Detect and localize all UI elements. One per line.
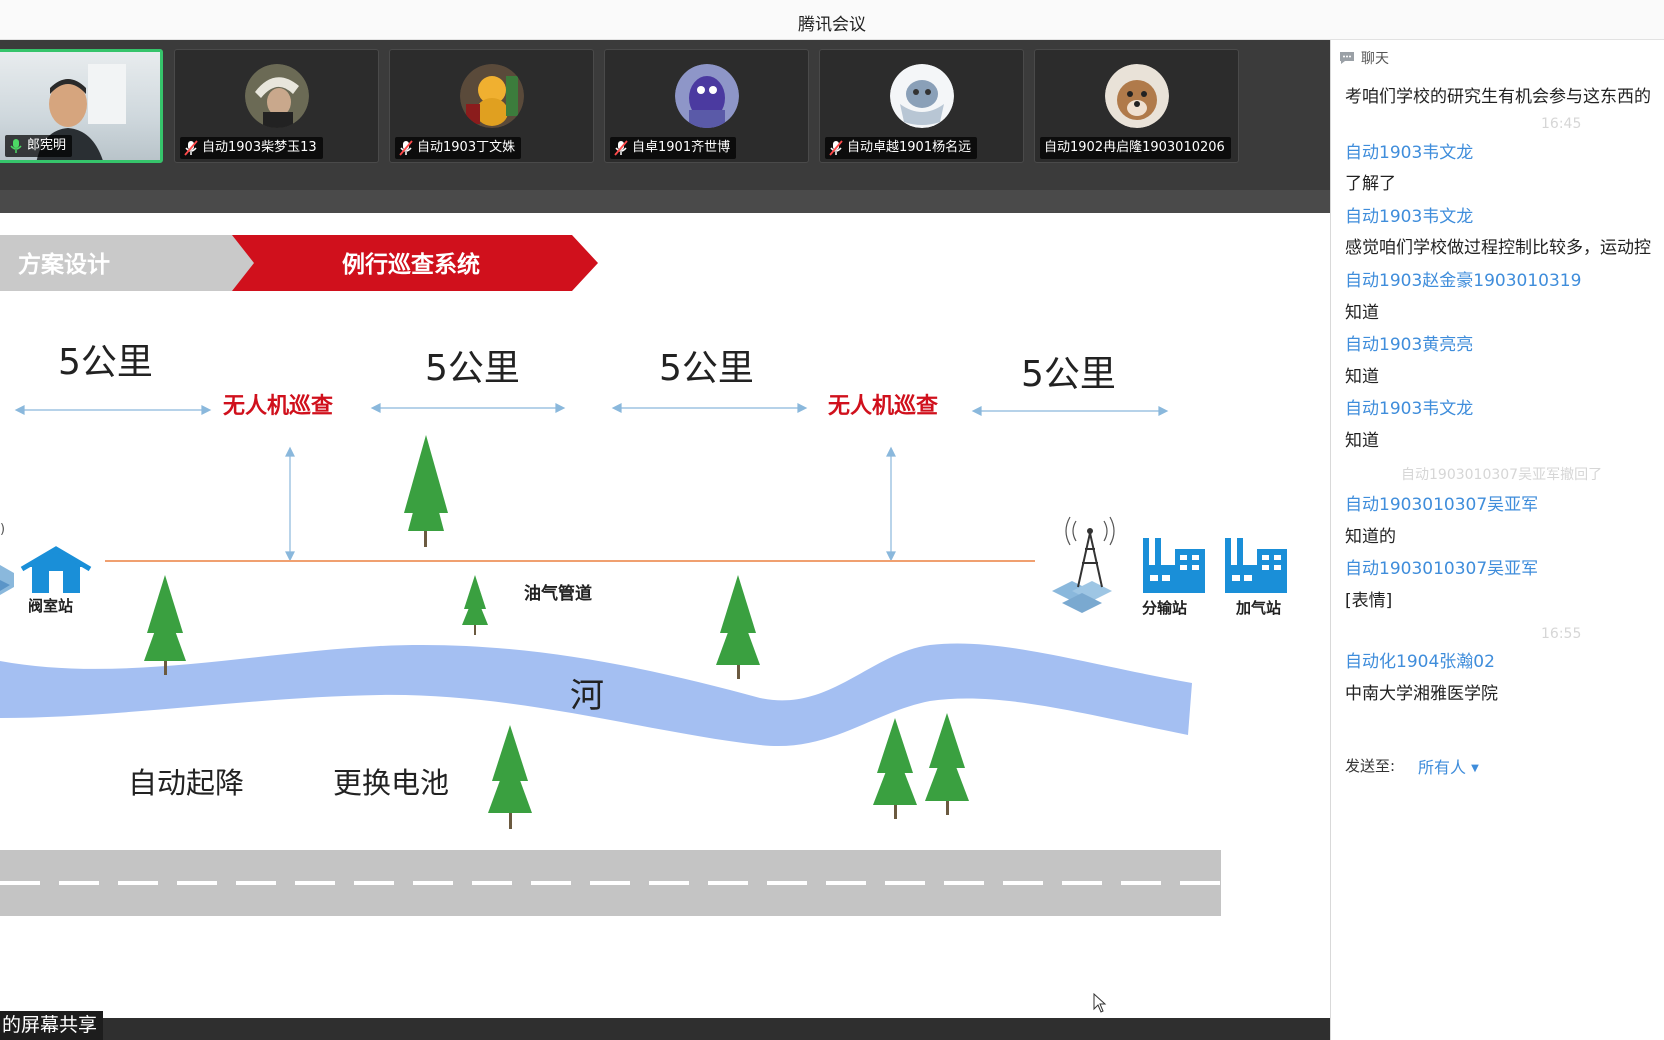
participant-name: 自动1903柴梦玉13 xyxy=(202,140,317,155)
chat-sender[interactable]: 自动1903黄亮亮 xyxy=(1345,330,1473,355)
chat-message: 知道 xyxy=(1345,367,1379,387)
title-bar: 腾讯会议 xyxy=(0,0,1664,40)
chat-message: 感觉咱们学校做过程控制比较多，运动控 xyxy=(1345,238,1651,258)
valve-station-icon xyxy=(0,546,92,595)
valve-station-label: 阀室站 xyxy=(28,597,73,615)
avatar xyxy=(244,64,309,128)
participant-name: 自卓1901齐世博 xyxy=(632,140,731,155)
tree-icons xyxy=(144,435,969,829)
mic-muted-icon xyxy=(399,140,413,156)
chat-message: 知道的 xyxy=(1345,527,1396,547)
tab-right-label: 例行巡查系统 xyxy=(342,251,480,278)
chat-sender[interactable]: 自动1903韦文龙 xyxy=(1345,394,1473,419)
distance-arrows xyxy=(14,403,1169,416)
participant-name-tag: 自动1903丁文姝 xyxy=(395,137,522,159)
meeting-stage: 郎宪明 自动1903柴梦玉13 自动1903丁文姝 自卓1901齐世博 自动卓越… xyxy=(0,40,1330,1040)
chat-sender[interactable]: 自动1903010307吴亚军 xyxy=(1345,554,1538,579)
strip-divider xyxy=(0,190,1330,213)
tree-icon xyxy=(873,718,917,819)
participant-name-tag: 自动卓越1901杨名远 xyxy=(825,137,978,159)
distance-label: 5公里 xyxy=(58,342,153,383)
chat-panel: 聊天 考咱们学校的研究生有机会参与这东西的 16:45 自动1903韦文龙 了解… xyxy=(1330,40,1664,1040)
tree-icon xyxy=(404,435,448,547)
chat-sender[interactable]: 自动1903韦文龙 xyxy=(1345,202,1473,227)
distribution-station-label: 分输站 xyxy=(1142,599,1187,617)
tree-icon xyxy=(144,575,186,675)
participant-name-tag: 自卓1901齐世博 xyxy=(610,137,737,159)
gas-station-label: 加气站 xyxy=(1235,599,1281,617)
chat-message: 中南大学湘雅医学院 xyxy=(1345,684,1498,704)
drone-patrol-label: 无人机巡查 xyxy=(223,394,333,419)
chat-message: [表情] xyxy=(1345,591,1393,611)
video-strip: 郎宪明 自动1903柴梦玉13 自动1903丁文姝 自卓1901齐世博 自动卓越… xyxy=(0,40,1330,190)
participant-name: 自动卓越1901杨名远 xyxy=(847,140,972,155)
chat-system-notice: 自动1903010307吴亚军撤回了 xyxy=(1401,467,1603,483)
mic-muted-icon xyxy=(614,140,628,156)
mic-active-icon xyxy=(10,139,22,153)
slide-canvas: 方案设计 例行巡查系统 5公里 5公里 5公里 5公里 无人机巡查 无人机巡查 xyxy=(0,235,1287,916)
distance-label: 5公里 xyxy=(425,348,520,389)
distribution-station-icon xyxy=(1143,538,1205,593)
chat-timestamp: 16:45 xyxy=(1541,116,1582,132)
participant-tile[interactable]: 自动1903柴梦玉13 xyxy=(174,49,379,163)
river-label: 河 xyxy=(570,676,604,716)
participant-tile[interactable]: 自动卓越1901杨名远 xyxy=(819,49,1024,163)
chat-message: 知道 xyxy=(1345,431,1379,451)
participant-name-tag: 自动1902冉启隆1903010206 xyxy=(1040,137,1231,159)
tab-left-label: 方案设计 xyxy=(18,251,110,278)
tree-icon xyxy=(925,713,969,815)
signal-tower-icon xyxy=(1052,516,1115,613)
avatar xyxy=(459,64,524,128)
mic-muted-icon xyxy=(829,140,843,156)
participant-tile[interactable]: 自动1902冉启隆1903010206 xyxy=(1034,49,1239,163)
avatar xyxy=(1104,64,1169,128)
chat-sender[interactable]: 自动1903韦文龙 xyxy=(1345,138,1473,163)
gas-station-icon xyxy=(1225,538,1287,593)
vertical-arrows xyxy=(285,446,896,562)
chat-timestamp: 16:55 xyxy=(1541,626,1582,642)
send-to-value: 所有人 xyxy=(1418,758,1467,777)
participant-name: 郎宪明 xyxy=(27,138,67,153)
chat-icon xyxy=(1340,52,1354,64)
tree-icon xyxy=(716,575,760,679)
participant-name: 自动1903丁文姝 xyxy=(417,140,516,155)
chat-message: 了解了 xyxy=(1345,174,1396,194)
participant-name: 自动1902冉启隆1903010206 xyxy=(1044,140,1225,155)
chat-sender[interactable]: 自动1903赵金豪1903010319 xyxy=(1345,266,1581,291)
avatar xyxy=(674,64,739,128)
send-to-label: 发送至: xyxy=(1345,757,1396,775)
send-to-select[interactable]: 所有人 ▼ xyxy=(1418,754,1479,778)
window-title: 腾讯会议 xyxy=(798,15,866,35)
signal-icon: ) xyxy=(0,522,5,537)
mouse-cursor-icon xyxy=(1093,993,1107,1013)
tree-icon xyxy=(462,575,488,635)
avatar xyxy=(889,64,954,128)
shared-slide: 方案设计 例行巡查系统 5公里 5公里 5公里 5公里 无人机巡查 无人机巡查 xyxy=(0,213,1330,1018)
chat-sender[interactable]: 自动化1904张瀚02 xyxy=(1345,647,1495,672)
participant-tile[interactable]: 自卓1901齐世博 xyxy=(604,49,809,163)
participant-name-tag: 郎宪明 xyxy=(5,135,73,157)
chat-message: 考咱们学校的研究生有机会参与这东西的 xyxy=(1345,87,1651,107)
chat-sender[interactable]: 自动1903010307吴亚军 xyxy=(1345,490,1538,515)
pipeline-label: 油气管道 xyxy=(524,583,592,604)
participant-tile[interactable]: 自动1903丁文姝 xyxy=(389,49,594,163)
participant-tile[interactable]: 郎宪明 xyxy=(0,49,163,163)
battery-swap-label: 更换电池 xyxy=(333,766,449,800)
auto-takeoff-label: 自动起降 xyxy=(128,766,244,800)
chat-message: 知道 xyxy=(1345,303,1379,323)
distance-label: 5公里 xyxy=(1021,354,1116,395)
tree-icon xyxy=(488,725,532,829)
screen-share-bar xyxy=(0,1018,1330,1040)
chat-header: 聊天 xyxy=(1339,48,1389,68)
screen-share-label: 的屏幕共享 xyxy=(0,1011,104,1040)
chat-title: 聊天 xyxy=(1361,51,1389,67)
participant-name-tag: 自动1903柴梦玉13 xyxy=(180,137,323,159)
mic-muted-icon xyxy=(184,140,198,156)
distance-label: 5公里 xyxy=(659,348,754,389)
drone-patrol-label: 无人机巡查 xyxy=(828,394,938,419)
caret-down-icon: ▼ xyxy=(1471,763,1479,774)
